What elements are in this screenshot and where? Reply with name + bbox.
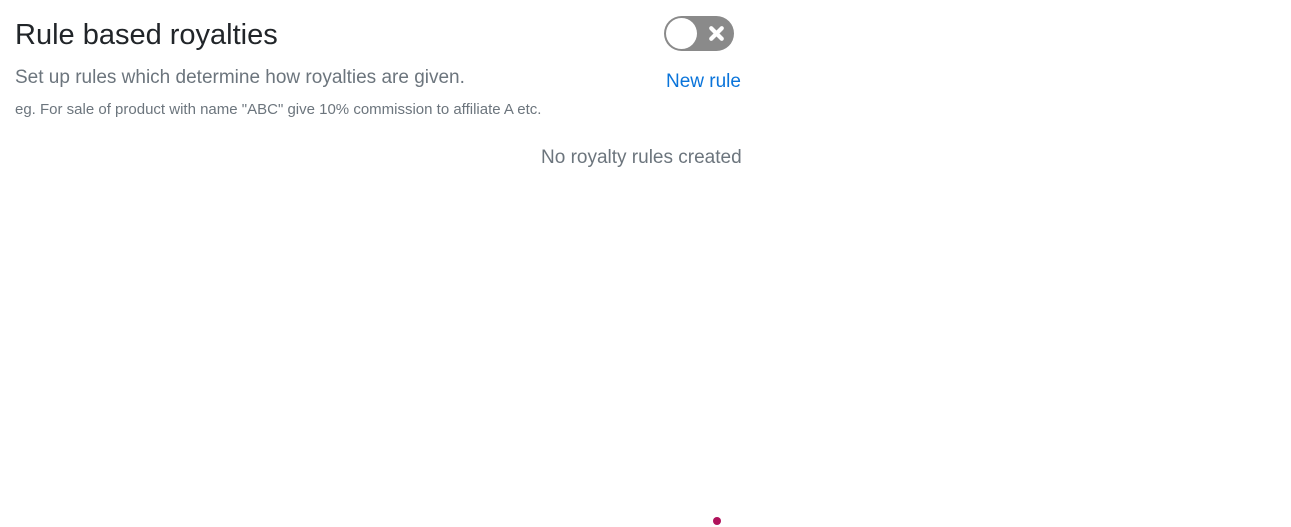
indicator-dot bbox=[713, 517, 721, 525]
royalty-rules-page: Rule based royalties Set up rules which … bbox=[0, 0, 1291, 527]
page-title: Rule based royalties bbox=[15, 19, 278, 51]
new-rule-link[interactable]: New rule bbox=[666, 70, 741, 94]
toggle-knob bbox=[666, 18, 697, 49]
close-icon bbox=[709, 26, 724, 41]
empty-state-message: No royalty rules created bbox=[541, 147, 742, 168]
page-subtitle: Set up rules which determine how royalti… bbox=[15, 67, 465, 88]
example-text: eg. For sale of product with name "ABC" … bbox=[15, 101, 542, 118]
rule-based-royalties-toggle[interactable] bbox=[664, 16, 734, 51]
